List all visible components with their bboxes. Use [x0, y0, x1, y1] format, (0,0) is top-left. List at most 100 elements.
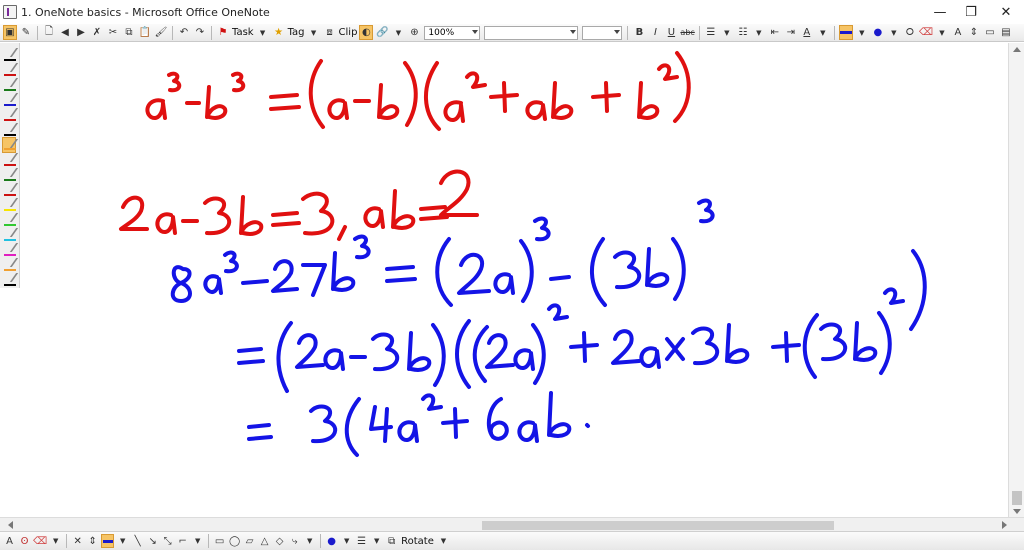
pen-swatch-icon[interactable]: [3, 107, 19, 123]
insert-space-icon[interactable]: ⇕: [967, 25, 981, 40]
tag-star-icon[interactable]: ★: [272, 25, 286, 40]
pen-color-icon[interactable]: [838, 25, 853, 40]
eraser-icon[interactable]: ⌫: [33, 534, 47, 548]
audio-video-icon[interactable]: ◐: [359, 25, 374, 40]
chevron-down-icon[interactable]: [614, 29, 621, 34]
chevron-down-icon[interactable]: ▼: [752, 25, 766, 40]
screen-clip-icon[interactable]: ⧈: [323, 25, 337, 40]
pen-swatch-icon[interactable]: [3, 182, 19, 198]
chevron-down-icon[interactable]: ▼: [191, 534, 204, 548]
pen-swatch-icon[interactable]: [3, 197, 19, 213]
pen-swatch-icon[interactable]: [3, 152, 19, 168]
chevron-down-icon[interactable]: ▼: [935, 25, 949, 40]
new-page-icon[interactable]: 🗋: [42, 25, 56, 40]
font-name-combo[interactable]: [484, 25, 579, 40]
restore-button[interactable]: ❐: [955, 0, 987, 24]
italic-button[interactable]: I: [648, 25, 662, 40]
pen-swatch-icon[interactable]: [3, 257, 19, 273]
fill-color-icon[interactable]: ●: [325, 534, 338, 548]
diamond-tool-icon[interactable]: ◇: [273, 534, 286, 548]
chevron-down-icon[interactable]: [472, 29, 479, 34]
back-icon[interactable]: ◀: [58, 25, 72, 40]
underline-button[interactable]: U: [664, 25, 678, 40]
vertical-scroll-thumb[interactable]: [1012, 491, 1022, 505]
pen-icon[interactable]: [101, 534, 115, 548]
decrease-indent-icon[interactable]: ⇤: [768, 25, 782, 40]
delete-icon[interactable]: ✗: [90, 25, 104, 40]
chevron-down-icon[interactable]: ▼: [370, 534, 383, 548]
pen-swatch-icon[interactable]: [3, 77, 19, 93]
clip-button-label[interactable]: Clip: [339, 27, 358, 38]
line-weight-icon[interactable]: ☰: [355, 534, 368, 548]
chevron-down-icon[interactable]: ▼: [720, 25, 734, 40]
link-icon[interactable]: 🔗: [375, 25, 389, 40]
delete-icon[interactable]: ✕: [71, 534, 84, 548]
strikethrough-button[interactable]: abc: [680, 25, 694, 40]
scroll-down-icon[interactable]: [1013, 509, 1021, 514]
pen-mode-icon[interactable]: ✎: [19, 25, 33, 40]
pen-swatch-icon[interactable]: [3, 212, 19, 228]
cut-icon[interactable]: ✂: [106, 25, 120, 40]
chevron-down-icon[interactable]: ▼: [855, 25, 869, 40]
bullets-icon[interactable]: ☰: [704, 25, 718, 40]
redo-icon[interactable]: ↷: [193, 25, 207, 40]
full-page-view-icon[interactable]: ▣: [3, 25, 17, 40]
chevron-down-icon[interactable]: ▼: [391, 25, 405, 40]
chevron-down-icon[interactable]: ▼: [887, 25, 901, 40]
double-arrow-tool-icon[interactable]: ⤡: [161, 534, 174, 548]
scroll-left-icon[interactable]: [8, 521, 13, 529]
chevron-down-icon[interactable]: ▼: [303, 534, 316, 548]
font-size-combo[interactable]: [582, 25, 623, 40]
minimize-button[interactable]: —: [924, 0, 956, 24]
font-color-button[interactable]: A: [800, 25, 814, 40]
pen-swatch-icon[interactable]: [3, 272, 19, 288]
pen-swatch-icon[interactable]: [3, 167, 19, 183]
chevron-down-icon[interactable]: ▼: [307, 25, 321, 40]
scroll-right-icon[interactable]: [1002, 521, 1007, 529]
chevron-down-icon[interactable]: ▼: [49, 534, 62, 548]
bold-button[interactable]: B: [632, 25, 646, 40]
paste-icon[interactable]: 📋: [138, 25, 152, 40]
pen-swatch-icon[interactable]: [3, 62, 19, 78]
forward-icon[interactable]: ▶: [74, 25, 88, 40]
undo-icon[interactable]: ↶: [177, 25, 191, 40]
parallelogram-tool-icon[interactable]: ▱: [243, 534, 256, 548]
rectangle-tool-icon[interactable]: ▭: [213, 534, 226, 548]
arrow-tool-icon[interactable]: ↘: [146, 534, 159, 548]
copy-icon[interactable]: ⧉: [122, 25, 136, 40]
pen-swatch-icon[interactable]: [3, 47, 19, 63]
numbering-icon[interactable]: ☷: [736, 25, 750, 40]
chevron-down-icon[interactable]: ▼: [437, 534, 450, 548]
horizontal-scroll-thumb[interactable]: [482, 521, 834, 530]
axis-tool-icon[interactable]: ⌐: [176, 534, 189, 548]
connector-tool-icon[interactable]: ⤷: [288, 534, 301, 548]
arrange-icon[interactable]: ⧉: [385, 534, 398, 548]
tag-button-label[interactable]: Tag: [288, 27, 305, 38]
page-icon[interactable]: ▭: [983, 25, 997, 40]
zoom-combo[interactable]: 100%: [424, 25, 481, 40]
close-button[interactable]: ✕: [990, 0, 1022, 24]
onenote-app-icon[interactable]: [3, 5, 17, 19]
chevron-down-icon[interactable]: ▼: [340, 534, 353, 548]
triangle-tool-icon[interactable]: △: [258, 534, 271, 548]
note-page-canvas[interactable]: [21, 43, 1008, 517]
pen-swatch-icon[interactable]: [3, 92, 19, 108]
chevron-down-icon[interactable]: ▼: [116, 534, 129, 548]
pen-swatch-icon[interactable]: [3, 242, 19, 258]
task-button-label[interactable]: Task: [232, 27, 254, 38]
research-icon[interactable]: ⊕: [407, 25, 421, 40]
chevron-down-icon[interactable]: ▼: [256, 25, 270, 40]
text-select-button[interactable]: A: [3, 534, 16, 548]
chevron-down-icon[interactable]: ▼: [816, 25, 830, 40]
pen-swatch-icon[interactable]: [3, 227, 19, 243]
horizontal-scrollbar[interactable]: [0, 517, 1024, 531]
insert-space-icon[interactable]: ⇕: [86, 534, 99, 548]
increase-indent-icon[interactable]: ⇥: [784, 25, 798, 40]
eraser-icon[interactable]: ⌫: [919, 25, 933, 40]
rotate-button-label[interactable]: Rotate: [401, 536, 434, 547]
highlighter-icon[interactable]: ●: [871, 25, 885, 40]
scroll-up-icon[interactable]: [1013, 47, 1021, 52]
lasso-select-icon[interactable]: ⭘: [903, 25, 917, 40]
lasso-icon[interactable]: ʘ: [18, 534, 31, 548]
chevron-down-icon[interactable]: [570, 29, 577, 34]
